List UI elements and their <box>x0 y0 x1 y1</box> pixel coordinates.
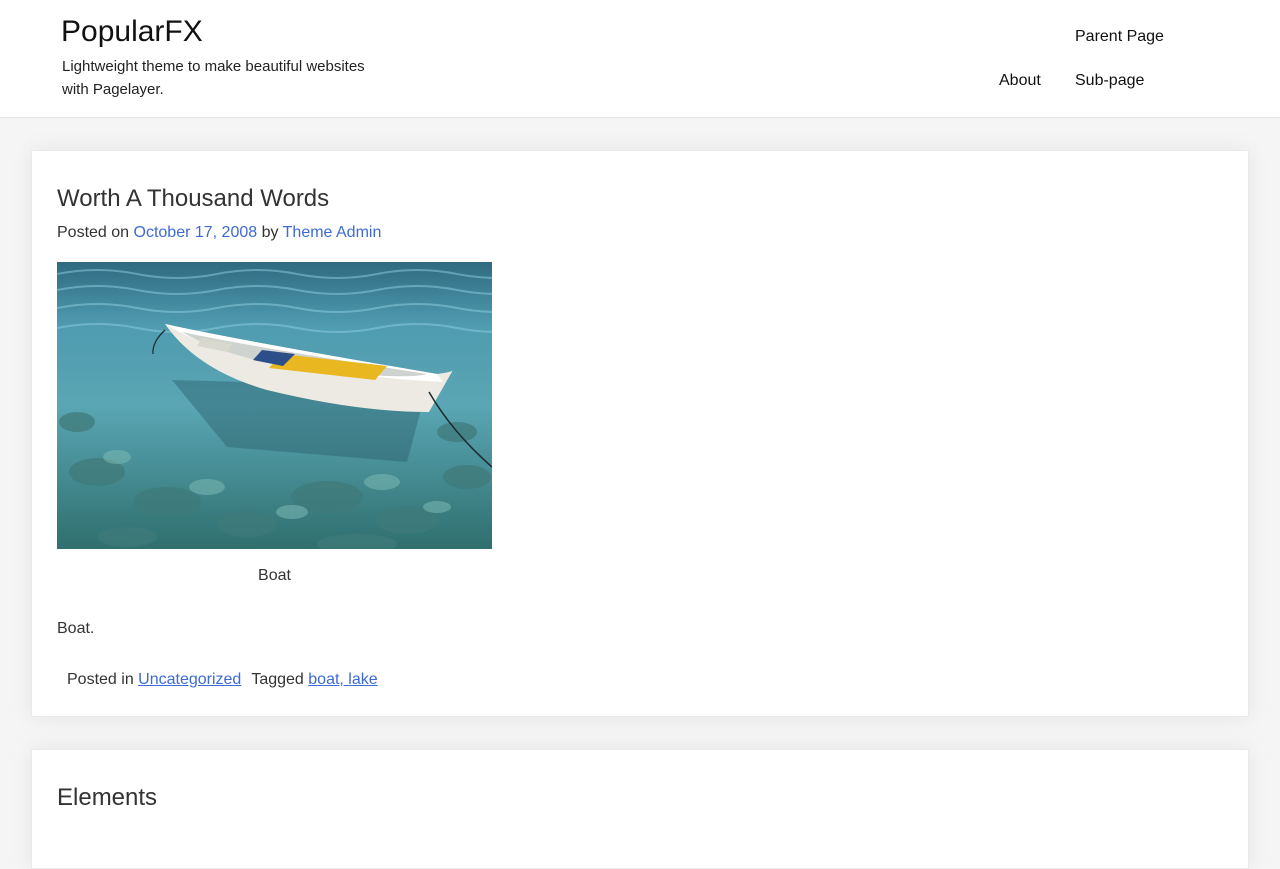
site-title[interactable]: PopularFX <box>61 14 203 50</box>
next-post-title[interactable]: Elements <box>57 783 157 813</box>
site-tagline: Lightweight theme to make beautiful webs… <box>62 58 365 98</box>
boat-image <box>57 262 492 549</box>
next-post-card: Elements <box>31 749 1249 869</box>
nav-item-parent-page[interactable]: Parent Page <box>1075 27 1164 47</box>
posted-on-label: Posted on <box>57 224 134 241</box>
tag-separator: , <box>339 671 349 688</box>
post-content: Boat. <box>57 620 95 637</box>
post-author-link[interactable]: Theme Admin <box>283 224 382 241</box>
by-label: by <box>257 224 283 241</box>
tagged-label: Tagged <box>251 671 309 688</box>
post-meta: Posted on October 17, 2008 by Theme Admi… <box>57 223 381 243</box>
tag-link-boat[interactable]: boat <box>308 671 339 688</box>
nav-item-sub-page[interactable]: Sub-page <box>1075 71 1144 91</box>
post-title[interactable]: Worth A Thousand Words <box>57 184 329 214</box>
nav-item-about[interactable]: About <box>999 71 1041 91</box>
site-header: PopularFX Lightweight theme to make beau… <box>0 0 1280 118</box>
post-date-link[interactable]: October 17, 2008 <box>134 224 258 241</box>
post-card: Worth A Thousand Words Posted on October… <box>31 150 1249 717</box>
image-caption: Boat <box>258 567 291 584</box>
post-footer: Posted in Uncategorized Tagged boat, lake <box>67 670 378 690</box>
category-link[interactable]: Uncategorized <box>138 671 241 688</box>
posted-in-label: Posted in <box>67 671 139 688</box>
tag-link-lake[interactable]: lake <box>348 671 377 688</box>
boat-photo <box>57 262 492 549</box>
